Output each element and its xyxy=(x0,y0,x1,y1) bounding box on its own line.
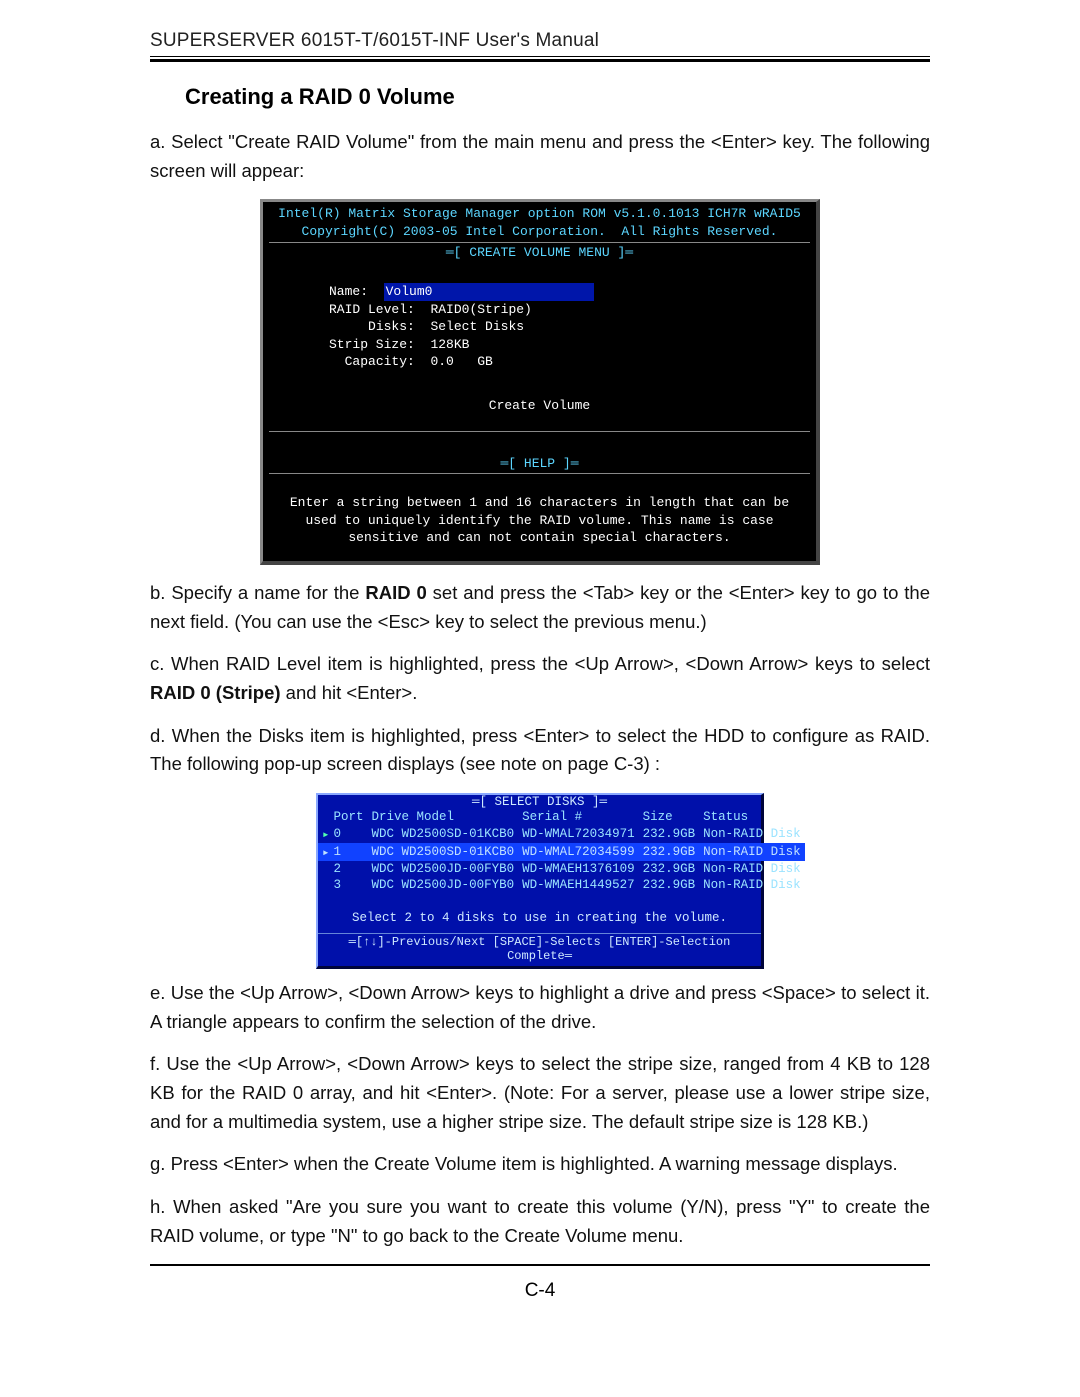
table-row: ▸0WDC WD2500SD-01KCB0WD-WMAL72034971232.… xyxy=(318,825,805,843)
cell-drive: WDC WD2500SD-01KCB0 xyxy=(368,843,519,861)
bios-divider3 xyxy=(269,473,810,474)
para-c: c. When RAID Level item is highlighted, … xyxy=(150,650,930,707)
para-e: e. Use the <Up Arrow>, <Down Arrow> keys… xyxy=(150,979,930,1036)
bios-help-section: ═[ HELP ]═ Enter a string between 1 and … xyxy=(269,456,810,553)
cell-status: Non-RAID Disk xyxy=(699,825,805,843)
cell-port: 3 xyxy=(330,877,368,893)
section-title: Creating a RAID 0 Volume xyxy=(150,84,930,110)
col-size: Size xyxy=(639,809,700,825)
cell-size: 232.9GB xyxy=(639,861,700,877)
cell-drive: WDC WD2500SD-01KCB0 xyxy=(368,825,519,843)
bios-frame-create: ═[ CREATE VOLUME MENU ]═ xyxy=(269,245,810,260)
cell-status: Non-RAID Disk xyxy=(699,877,805,893)
bios-strip-value: 128KB xyxy=(430,337,469,352)
para-h: h. When asked "Are you sure you want to … xyxy=(150,1193,930,1250)
cell-status: Non-RAID Disk xyxy=(699,843,805,861)
bios-name-label: Name: xyxy=(329,284,368,299)
disk-table-head: Port Drive Model Serial # Size Status xyxy=(318,809,805,825)
bios-disks-label: Disks: xyxy=(368,319,415,334)
bios-divider2 xyxy=(269,431,810,432)
para-g: g. Press <Enter> when the Create Volume … xyxy=(150,1150,930,1179)
selection-triangle-icon xyxy=(318,861,330,877)
cell-port: 0 xyxy=(330,825,368,843)
popup-instruction: Select 2 to 4 disks to use in creating t… xyxy=(318,911,761,925)
footer-rule xyxy=(150,1264,930,1266)
para-a: a. Select "Create RAID Volume" from the … xyxy=(150,128,930,185)
selection-triangle-icon: ▸ xyxy=(318,843,330,861)
cell-serial: WD-WMAEH1376109 xyxy=(518,861,639,877)
selection-triangle-icon xyxy=(318,877,330,893)
col-port: Port xyxy=(330,809,368,825)
selection-triangle-icon: ▸ xyxy=(318,825,330,843)
header-rule xyxy=(150,56,930,62)
bios-raid-label: RAID Level: xyxy=(329,302,415,317)
para-c-pre: c. When RAID Level item is highlighted, … xyxy=(150,653,930,674)
cell-drive: WDC WD2500JD-00FYB0 xyxy=(368,877,519,893)
col-status: Status xyxy=(699,809,805,825)
para-f: f. Use the <Up Arrow>, <Down Arrow> keys… xyxy=(150,1050,930,1136)
bios-strip-label: Strip Size: xyxy=(329,337,415,352)
bios-name-value: Volum0 xyxy=(384,283,594,301)
bios-cap-value: 0.0 GB xyxy=(430,354,492,369)
cell-size: 232.9GB xyxy=(639,825,700,843)
cell-drive: WDC WD2500JD-00FYB0 xyxy=(368,861,519,877)
para-b: b. Specify a name for the RAID 0 set and… xyxy=(150,579,930,636)
bios-title-line2: Copyright(C) 2003-05 Intel Corporation. … xyxy=(269,224,810,240)
table-row: ▸1WDC WD2500SD-01KCB0WD-WMAL72034599232.… xyxy=(318,843,805,861)
cell-port: 1 xyxy=(330,843,368,861)
col-serial: Serial # xyxy=(518,809,639,825)
bios-divider xyxy=(269,242,810,243)
page: SUPERSERVER 6015T-T/6015T-INF User's Man… xyxy=(0,0,1080,1397)
bios-raid-value: RAID0(Stripe) xyxy=(430,302,531,317)
col-drive: Drive Model xyxy=(368,809,519,825)
bios-cap-label: Capacity: xyxy=(345,354,415,369)
para-b-bold: RAID 0 xyxy=(365,582,426,603)
cell-serial: WD-WMAEH1449527 xyxy=(518,877,639,893)
bios-fields: Name: Volum0 RAID Level: RAID0(Stripe) D… xyxy=(329,266,810,389)
bios-frame-help: ═[ HELP ]═ xyxy=(269,456,810,471)
para-c-post: and hit <Enter>. xyxy=(281,682,418,703)
cell-serial: WD-WMAL72034599 xyxy=(518,843,639,861)
popup-frame-label: ═[ SELECT DISKS ]═ xyxy=(318,795,761,809)
para-b-pre: b. Specify a name for the xyxy=(150,582,365,603)
cell-serial: WD-WMAL72034971 xyxy=(518,825,639,843)
cell-port: 2 xyxy=(330,861,368,877)
bios-select-disks-popup: ═[ SELECT DISKS ]═ Port Drive Model Seri… xyxy=(316,793,764,969)
bios-create-button-label: Create Volume xyxy=(269,398,810,413)
bios-disks-value: Select Disks xyxy=(430,319,524,334)
popup-footer: ═[↑↓]-Previous/Next [SPACE]-Selects [ENT… xyxy=(318,933,761,964)
para-c-bold: RAID 0 (Stripe) xyxy=(150,682,281,703)
cell-size: 232.9GB xyxy=(639,877,700,893)
table-row: 2WDC WD2500JD-00FYB0WD-WMAEH1376109232.9… xyxy=(318,861,805,877)
bios-title-line1: Intel(R) Matrix Storage Manager option R… xyxy=(269,206,810,222)
disk-table-body: ▸0WDC WD2500SD-01KCB0WD-WMAL72034971232.… xyxy=(318,825,805,893)
bios-help-text: Enter a string between 1 and 16 characte… xyxy=(269,476,810,553)
disk-table: Port Drive Model Serial # Size Status ▸0… xyxy=(318,809,805,893)
cell-status: Non-RAID Disk xyxy=(699,861,805,877)
cell-size: 232.9GB xyxy=(639,843,700,861)
para-d: d. When the Disks item is highlighted, p… xyxy=(150,722,930,779)
page-header: SUPERSERVER 6015T-T/6015T-INF User's Man… xyxy=(150,30,930,52)
bios-create-volume-screenshot: Intel(R) Matrix Storage Manager option R… xyxy=(260,199,820,565)
table-row: 3WDC WD2500JD-00FYB0WD-WMAEH1449527232.9… xyxy=(318,877,805,893)
page-number: C-4 xyxy=(150,1280,930,1302)
